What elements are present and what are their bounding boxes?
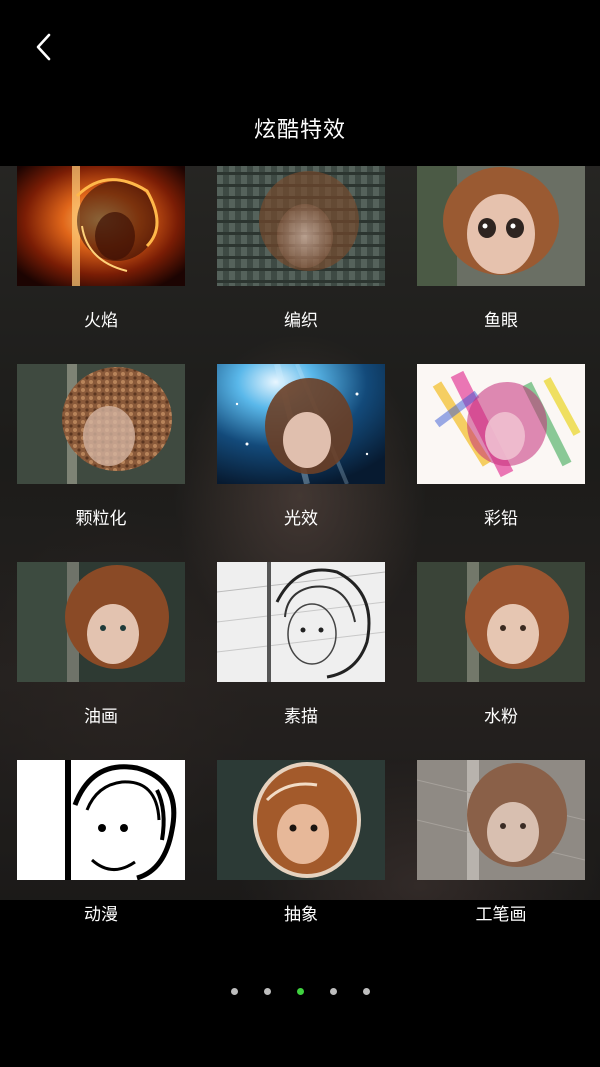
effect-thumbnail bbox=[217, 166, 385, 286]
effect-label: 抽象 bbox=[284, 905, 318, 925]
chevron-left-icon bbox=[36, 33, 51, 61]
effect-tile-fisheye[interactable]: 鱼眼 bbox=[417, 166, 585, 331]
effect-label: 动漫 bbox=[84, 905, 118, 925]
page-dot[interactable] bbox=[362, 988, 370, 995]
effect-thumbnail bbox=[17, 166, 185, 286]
effect-label: 水粉 bbox=[484, 707, 518, 727]
effect-tile-anime[interactable]: 动漫 bbox=[17, 760, 185, 925]
effect-tile-weave[interactable]: 编织 bbox=[217, 166, 385, 331]
effect-thumbnail bbox=[17, 760, 185, 880]
effect-label: 火焰 bbox=[84, 311, 118, 331]
effects-screen: 炫酷特效 火焰 编织 鱼眼 颗粒化 光效 彩铅 油画 素描 水粉 动漫 抽象 工… bbox=[0, 0, 600, 1067]
effect-label: 光效 bbox=[284, 509, 318, 529]
effect-tile-gouache[interactable]: 水粉 bbox=[417, 562, 585, 727]
effect-thumbnail bbox=[417, 760, 585, 880]
effect-tile-colorpencil[interactable]: 彩铅 bbox=[417, 364, 585, 529]
effect-label: 编织 bbox=[284, 311, 318, 331]
effect-tile-abstract[interactable]: 抽象 bbox=[217, 760, 385, 925]
effect-thumbnail bbox=[417, 562, 585, 682]
effect-tile-fire[interactable]: 火焰 bbox=[17, 166, 185, 331]
page-dot[interactable] bbox=[230, 988, 238, 995]
effect-label: 油画 bbox=[84, 707, 118, 727]
effect-tile-grain[interactable]: 颗粒化 bbox=[17, 364, 185, 529]
effect-label: 彩铅 bbox=[484, 509, 518, 529]
effect-thumbnail bbox=[217, 364, 385, 484]
back-button[interactable] bbox=[28, 30, 58, 64]
page-dot-active[interactable] bbox=[296, 988, 304, 995]
page-indicator[interactable] bbox=[0, 988, 600, 995]
effect-tile-light[interactable]: 光效 bbox=[217, 364, 385, 529]
effect-tile-oil[interactable]: 油画 bbox=[17, 562, 185, 727]
page-dot[interactable] bbox=[329, 988, 337, 995]
effect-label: 工笔画 bbox=[475, 905, 527, 925]
effect-thumbnail bbox=[17, 562, 185, 682]
effect-label: 鱼眼 bbox=[484, 311, 518, 331]
effect-label: 素描 bbox=[284, 707, 318, 727]
effect-thumbnail bbox=[417, 166, 585, 286]
effect-thumbnail bbox=[417, 364, 585, 484]
effect-tile-gongbi[interactable]: 工笔画 bbox=[417, 760, 585, 925]
effect-thumbnail bbox=[217, 562, 385, 682]
effect-label: 颗粒化 bbox=[75, 509, 127, 529]
effect-thumbnail bbox=[217, 760, 385, 880]
page-dot[interactable] bbox=[263, 988, 271, 995]
page-title: 炫酷特效 bbox=[253, 118, 346, 143]
effect-thumbnail bbox=[17, 364, 185, 484]
effect-tile-sketch[interactable]: 素描 bbox=[217, 562, 385, 727]
